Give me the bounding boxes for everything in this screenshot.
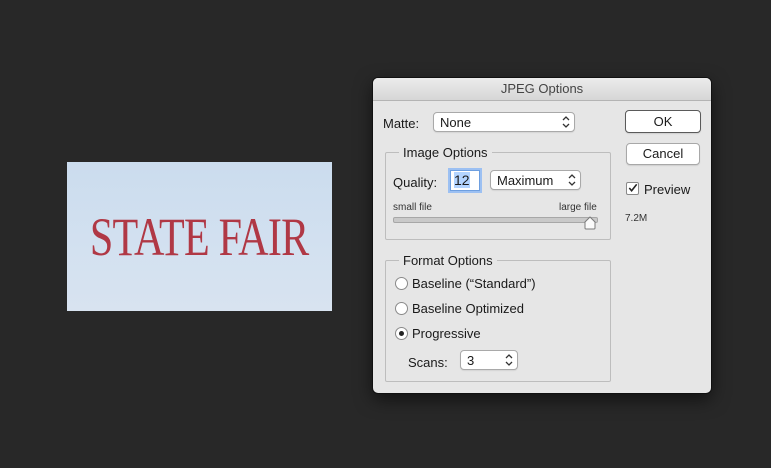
format-options-title: Format Options <box>399 253 497 268</box>
jpeg-options-dialog: JPEG Options Matte: None Image Options Q… <box>373 78 711 393</box>
file-size-readout: 7.2M <box>625 213 648 224</box>
canvas-image-text: STATE FAIR <box>90 206 309 267</box>
radio-button[interactable] <box>395 277 408 290</box>
quality-preset-value: Maximum <box>497 173 554 188</box>
quality-label: Quality: <box>393 175 438 190</box>
preview-label: Preview <box>644 182 691 197</box>
radio-baseline-optimized[interactable]: Baseline Optimized <box>395 300 595 318</box>
radio-progressive[interactable]: Progressive <box>395 325 595 343</box>
chevron-up-down-icon <box>568 174 576 186</box>
scans-label: Scans: <box>408 355 448 370</box>
radio-selected-dot <box>399 331 404 336</box>
radio-label: Baseline Optimized <box>412 301 524 316</box>
radio-baseline-standard[interactable]: Baseline (“Standard”) <box>395 275 595 293</box>
quality-input[interactable]: 12 <box>450 170 480 191</box>
matte-label: Matte: <box>383 116 420 131</box>
image-options-group <box>385 152 611 240</box>
image-options-title: Image Options <box>399 145 492 160</box>
matte-select-value: None <box>440 115 472 130</box>
chevron-up-down-icon <box>562 116 570 128</box>
document-canvas-image: STATE FAIR <box>67 162 332 311</box>
chevron-up-down-icon <box>505 354 513 366</box>
matte-select[interactable]: None <box>433 112 575 132</box>
preview-checkbox-row[interactable]: Preview <box>626 181 706 199</box>
quality-input-value: 12 <box>454 172 470 188</box>
radio-button[interactable] <box>395 327 408 340</box>
quality-slider-thumb[interactable] <box>584 216 596 230</box>
cancel-button[interactable]: Cancel <box>626 143 700 165</box>
dialog-title: JPEG Options <box>373 78 711 101</box>
large-file-label: large file <box>559 202 597 213</box>
quality-preset-select[interactable]: Maximum <box>490 170 581 190</box>
checkmark-icon <box>628 183 638 193</box>
small-file-label: small file <box>393 202 432 213</box>
radio-label: Progressive <box>412 326 481 341</box>
radio-button[interactable] <box>395 302 408 315</box>
scans-select-value: 3 <box>467 353 475 368</box>
ok-button[interactable]: OK <box>625 110 701 133</box>
preview-checkbox[interactable] <box>626 182 639 195</box>
scans-select[interactable]: 3 <box>460 350 518 370</box>
quality-slider-track[interactable] <box>393 217 598 223</box>
radio-label: Baseline (“Standard”) <box>412 276 536 291</box>
